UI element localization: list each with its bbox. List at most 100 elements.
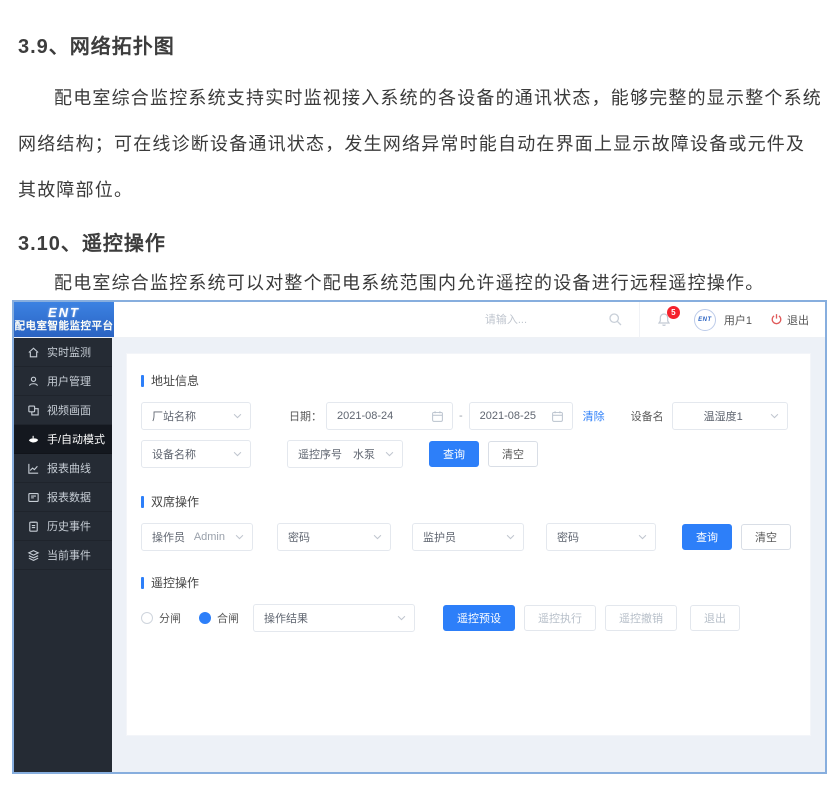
sidebar-item-label: 视频画面 bbox=[47, 402, 91, 418]
section-paragraph-3-9: 配电室综合监控系统支持实时监视接入系统的各设备的通讯状态，能够完整的显示整个系统… bbox=[18, 75, 823, 213]
search-icon[interactable] bbox=[608, 312, 623, 327]
chevron-down-icon bbox=[764, 413, 779, 419]
main-area: 地址信息 厂站名称 日期： 2021-08-24 bbox=[112, 338, 825, 772]
sidebar-item-report-curve[interactable]: 报表曲线 bbox=[14, 454, 112, 483]
device-label: 设备名 bbox=[631, 408, 664, 424]
remote-execute-button[interactable]: 遥控执行 bbox=[524, 605, 596, 631]
header-right: 5 ENT 用户1 退出 bbox=[473, 302, 825, 337]
app-header: ENT 配电室智能监控平台 5 bbox=[14, 302, 825, 338]
notification-bell[interactable]: 5 bbox=[654, 310, 674, 330]
logout-button[interactable]: 退出 bbox=[770, 312, 809, 328]
date-separator: - bbox=[459, 410, 463, 422]
home-icon bbox=[27, 346, 40, 359]
chevron-down-icon bbox=[367, 534, 382, 540]
remote-preset-button[interactable]: 遥控预设 bbox=[443, 605, 515, 631]
search-box[interactable] bbox=[473, 302, 633, 338]
date-to-value: 2021-08-25 bbox=[480, 410, 536, 422]
calendar-icon bbox=[545, 410, 564, 423]
date-from-value: 2021-08-24 bbox=[337, 410, 393, 422]
station-name-select[interactable]: 厂站名称 bbox=[141, 402, 251, 430]
section-heading-3-9: 3.9、网络拓扑图 bbox=[18, 30, 823, 59]
sidebar-item-label: 报表曲线 bbox=[47, 460, 91, 476]
hand-icon bbox=[27, 433, 40, 446]
section-paragraph-3-10: 配电室综合监控系统可以对整个配电系统范围内允许遥控的设备进行远程遥控操作。 bbox=[18, 266, 823, 300]
sidebar: 实时监测 用户管理 视频画面 bbox=[14, 338, 112, 772]
notification-badge: 5 bbox=[667, 306, 680, 319]
address-row-1: 厂站名称 日期： 2021-08-24 - 20 bbox=[141, 402, 796, 430]
chevron-down-icon bbox=[632, 534, 647, 540]
sidebar-item-label: 手/自动模式 bbox=[47, 431, 105, 447]
remote-row: 分闸 合闸 操作结果 遥控预设 遥控执行 遥控撤销 退出 bbox=[141, 604, 796, 632]
operator-value: Admin bbox=[194, 531, 225, 543]
history-icon bbox=[27, 520, 40, 533]
calendar-icon bbox=[425, 410, 444, 423]
radio-close-label: 合闸 bbox=[217, 610, 239, 626]
chevron-down-icon bbox=[227, 451, 242, 457]
sidebar-item-realtime-monitor[interactable]: 实时监测 bbox=[14, 338, 112, 367]
avatar[interactable]: ENT bbox=[694, 309, 716, 331]
avatar-text: ENT bbox=[698, 317, 712, 323]
radio-open-label: 分闸 bbox=[159, 610, 181, 626]
device-name-select[interactable]: 设备名称 bbox=[141, 440, 251, 468]
operator-label: 操作员 bbox=[152, 529, 185, 545]
search-input[interactable] bbox=[483, 313, 608, 327]
sidebar-item-manual-auto-mode[interactable]: 手/自动模式 bbox=[14, 425, 112, 454]
section-heading-3-10: 3.10、遥控操作 bbox=[18, 227, 823, 256]
operator-password-select[interactable]: 密码 bbox=[277, 523, 391, 551]
sidebar-item-label: 报表数据 bbox=[47, 489, 91, 505]
dual-section-title: 双席操作 bbox=[141, 493, 796, 510]
user-icon bbox=[27, 375, 40, 388]
sidebar-item-video-screen[interactable]: 视频画面 bbox=[14, 396, 112, 425]
remote-no-select[interactable]: 遥控序号 水泵 bbox=[287, 440, 403, 468]
remote-exit-button[interactable]: 退出 bbox=[690, 605, 740, 631]
radio-unchecked-icon bbox=[141, 612, 153, 624]
document-page: 3.9、网络拓扑图 配电室综合监控系统支持实时监视接入系统的各设备的通讯状态，能… bbox=[0, 0, 839, 300]
guardian-password-select[interactable]: 密码 bbox=[546, 523, 656, 551]
device-select[interactable]: 温湿度1 bbox=[672, 402, 788, 430]
dual-query-button[interactable]: 查询 bbox=[682, 524, 732, 550]
chevron-down-icon bbox=[379, 451, 394, 457]
date-from-input[interactable]: 2021-08-24 bbox=[326, 402, 453, 430]
operation-result-label: 操作结果 bbox=[264, 610, 308, 626]
address-clear-button[interactable]: 清空 bbox=[488, 441, 538, 467]
sidebar-item-history-events[interactable]: 历史事件 bbox=[14, 512, 112, 541]
sidebar-item-label: 历史事件 bbox=[47, 518, 91, 534]
address-section-title: 地址信息 bbox=[141, 372, 796, 389]
username-label: 用户1 bbox=[724, 312, 752, 328]
sidebar-item-label: 实时监测 bbox=[47, 344, 91, 360]
sidebar-item-label: 当前事件 bbox=[47, 547, 91, 563]
operation-result-select[interactable]: 操作结果 bbox=[253, 604, 415, 632]
chart-line-icon bbox=[27, 462, 40, 475]
chevron-down-icon bbox=[500, 534, 515, 540]
operator-password-label: 密码 bbox=[288, 529, 310, 545]
date-to-input[interactable]: 2021-08-25 bbox=[469, 402, 573, 430]
clear-date-link[interactable]: 清除 bbox=[583, 408, 605, 424]
remote-section-title: 遥控操作 bbox=[141, 574, 796, 591]
layers-icon bbox=[27, 549, 40, 562]
form-card: 地址信息 厂站名称 日期： 2021-08-24 bbox=[126, 353, 811, 736]
power-icon bbox=[770, 313, 783, 326]
logout-label: 退出 bbox=[787, 312, 809, 328]
chevron-down-icon bbox=[227, 413, 242, 419]
remote-revoke-button[interactable]: 遥控撤销 bbox=[605, 605, 677, 631]
radio-open-switch[interactable]: 分闸 bbox=[141, 610, 181, 626]
guardian-select[interactable]: 监护员 bbox=[412, 523, 524, 551]
chevron-down-icon bbox=[391, 615, 406, 621]
dual-clear-button[interactable]: 清空 bbox=[741, 524, 791, 550]
radio-close-switch[interactable]: 合闸 bbox=[199, 610, 239, 626]
logo-brand-text: ENT bbox=[48, 306, 80, 319]
chevron-down-icon bbox=[229, 534, 244, 540]
header-divider bbox=[639, 302, 640, 338]
monitoring-app-window: ENT 配电室智能监控平台 5 bbox=[12, 300, 827, 774]
report-icon bbox=[27, 491, 40, 504]
device-name-value: 设备名称 bbox=[152, 446, 196, 462]
operator-select[interactable]: 操作员 Admin bbox=[141, 523, 253, 551]
remote-no-label: 遥控序号 bbox=[298, 446, 342, 462]
date-label: 日期： bbox=[289, 408, 322, 424]
sidebar-item-report-data[interactable]: 报表数据 bbox=[14, 483, 112, 512]
sidebar-item-label: 用户管理 bbox=[47, 373, 91, 389]
sidebar-item-current-events[interactable]: 当前事件 bbox=[14, 541, 112, 570]
app-body: 实时监测 用户管理 视频画面 bbox=[14, 338, 825, 772]
address-query-button[interactable]: 查询 bbox=[429, 441, 479, 467]
sidebar-item-user-management[interactable]: 用户管理 bbox=[14, 367, 112, 396]
